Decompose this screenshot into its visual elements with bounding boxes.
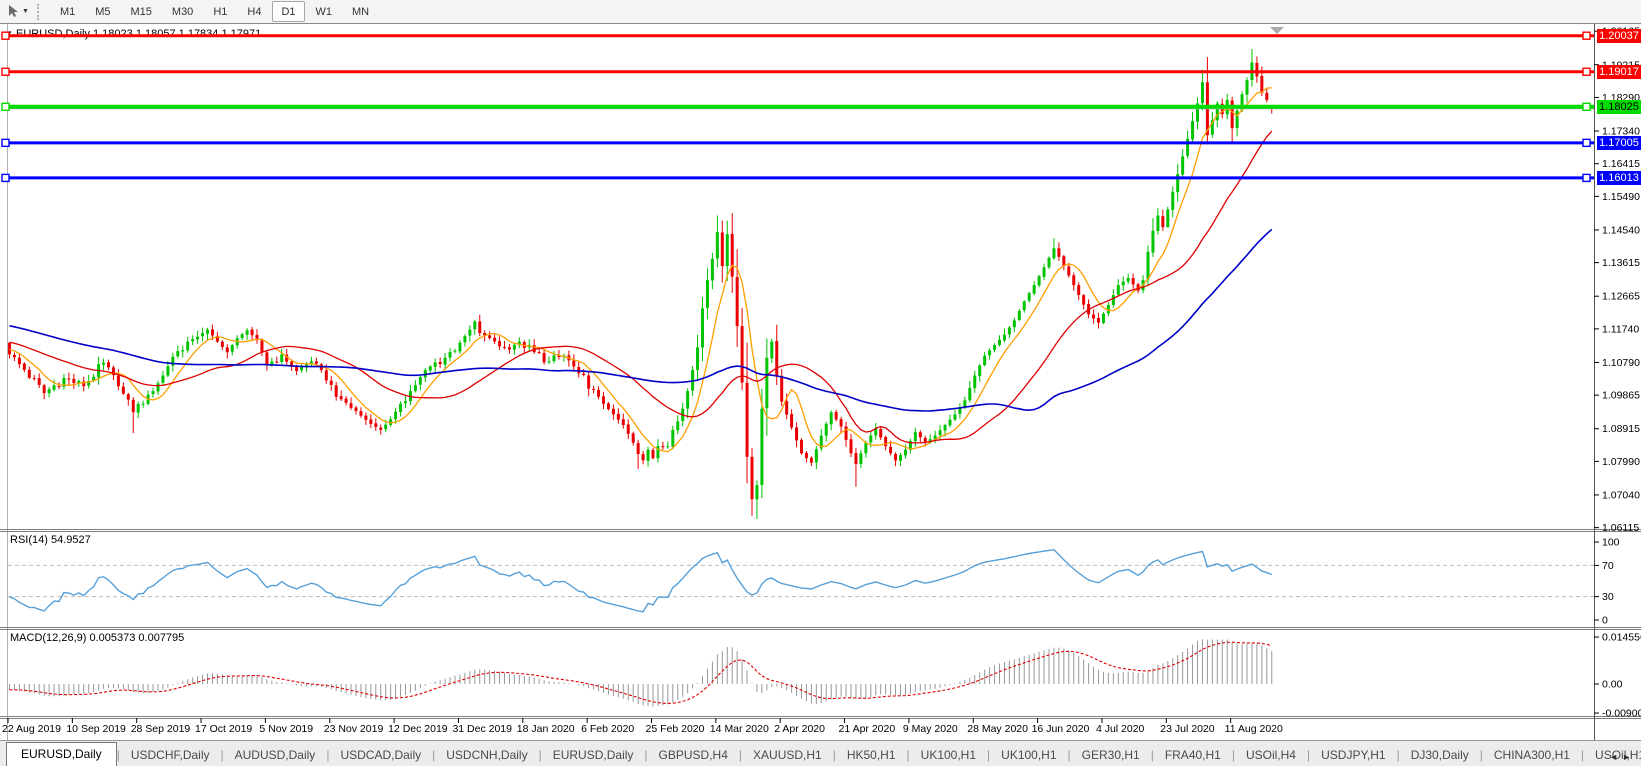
- timeframe-button-H1[interactable]: H1: [204, 1, 236, 22]
- svg-text:1.13615: 1.13615: [1602, 257, 1640, 269]
- chart-tab-USDJPY-H1[interactable]: USDJPY,H1: [1310, 744, 1396, 766]
- svg-text:14 Mar 2020: 14 Mar 2020: [710, 723, 769, 735]
- timeframe-toolbar: ▼ M1 M5 M15 M30 H1 H4 D1 W1 MN: [0, 0, 1641, 24]
- chart-tab-EURUSD-Daily[interactable]: EURUSD,Daily: [6, 742, 117, 766]
- svg-text:0.00: 0.00: [1602, 679, 1623, 691]
- mt4-application-window: ▼ M1M5M15M30H1H4D1W1MN ▼ EURUSD,Daily 1.…: [0, 0, 1641, 766]
- svg-text:28 Sep 2019: 28 Sep 2019: [131, 723, 191, 735]
- svg-text:1.06115: 1.06115: [1602, 522, 1639, 534]
- svg-text:1.07040: 1.07040: [1602, 489, 1640, 501]
- chart-tab-DJ30-Daily[interactable]: DJ30,Daily: [1400, 744, 1480, 766]
- svg-text:25 Feb 2020: 25 Feb 2020: [646, 723, 705, 735]
- svg-text:70: 70: [1602, 560, 1614, 572]
- tab-scroll-left-icon[interactable]: ◄: [1609, 752, 1622, 762]
- svg-text:21 Apr 2020: 21 Apr 2020: [839, 723, 896, 735]
- chart-tab-USDCHF-Daily[interactable]: USDCHF,Daily: [120, 744, 221, 766]
- chart-tab-XAUUSD-H1[interactable]: XAUUSD,H1: [742, 744, 833, 766]
- svg-text:23 Nov 2019: 23 Nov 2019: [324, 723, 384, 735]
- tab-scroll-right-icon[interactable]: ►: [1622, 752, 1635, 762]
- chart-tab-HK50-H1[interactable]: HK50,H1: [836, 744, 907, 766]
- svg-text:23 Jul 2020: 23 Jul 2020: [1160, 723, 1214, 735]
- svg-text:1.12665: 1.12665: [1602, 291, 1640, 303]
- chart-tab-bar: EURUSD,Daily | USDCHF,Daily | AUDUSD,Daily | U…: [0, 740, 1641, 766]
- tab-scroll-arrows[interactable]: ◄►: [1609, 752, 1635, 762]
- svg-text:30: 30: [1602, 591, 1614, 603]
- timeframe-button-W1[interactable]: W1: [307, 1, 342, 22]
- svg-text:6 Feb 2020: 6 Feb 2020: [581, 723, 634, 735]
- price-level-badge-1.17005: 1.17005: [1597, 135, 1641, 150]
- svg-text:31 Dec 2019: 31 Dec 2019: [452, 723, 512, 735]
- price-level-badge-1.18025: 1.18025: [1597, 99, 1641, 114]
- svg-text:11 Aug 2020: 11 Aug 2020: [1225, 723, 1283, 735]
- svg-text:100: 100: [1602, 537, 1620, 549]
- svg-text:1.14540: 1.14540: [1602, 224, 1640, 236]
- svg-text:22 Aug 2019: 22 Aug 2019: [2, 723, 61, 735]
- svg-text:1.16415: 1.16415: [1602, 158, 1640, 170]
- svg-text:2 Apr 2020: 2 Apr 2020: [774, 723, 825, 735]
- svg-text:1.11740: 1.11740: [1602, 323, 1639, 335]
- chart-tab-USOil-H4[interactable]: USOil,H4: [1235, 744, 1307, 766]
- svg-text:0: 0: [1602, 615, 1608, 627]
- svg-text:1.15490: 1.15490: [1602, 191, 1640, 203]
- chart-tab-USDCAD-Daily[interactable]: USDCAD,Daily: [329, 744, 432, 766]
- toolbar-grip-handle[interactable]: [36, 3, 44, 20]
- chart-canvas[interactable]: 1.201651.192151.182901.173401.164151.154…: [0, 23, 1641, 740]
- timeframe-button-MN[interactable]: MN: [343, 1, 378, 22]
- price-level-badge-1.16013: 1.16013: [1597, 170, 1641, 185]
- timeframe-button-H4[interactable]: H4: [238, 1, 270, 22]
- timeframe-button-D1[interactable]: D1: [272, 1, 305, 22]
- chart-tab-UK100-H1[interactable]: UK100,H1: [910, 744, 987, 766]
- svg-text:4 Jul 2020: 4 Jul 2020: [1096, 723, 1145, 735]
- svg-text:1.10790: 1.10790: [1602, 357, 1640, 369]
- macd-indicator-label: MACD(12,26,9) 0.005373 0.007795: [10, 632, 185, 644]
- svg-text:-0.009001: -0.009001: [1602, 708, 1641, 720]
- svg-text:1.07990: 1.07990: [1602, 456, 1640, 468]
- chart-tab-CHINA300-H1[interactable]: CHINA300,H1: [1483, 744, 1581, 766]
- svg-text:16 Jun 2020: 16 Jun 2020: [1032, 723, 1090, 735]
- svg-text:9 May 2020: 9 May 2020: [903, 723, 958, 735]
- price-level-badge-1.19017: 1.19017: [1597, 64, 1641, 79]
- svg-text:0.014556: 0.014556: [1602, 632, 1641, 644]
- svg-text:18 Jan 2020: 18 Jan 2020: [517, 723, 575, 735]
- svg-text:28 May 2020: 28 May 2020: [967, 723, 1028, 735]
- cursor-tool-dropdown-caret[interactable]: ▼: [22, 8, 29, 15]
- chart-tab-UK100-H1[interactable]: UK100,H1: [990, 744, 1067, 766]
- timeframe-button-M5[interactable]: M5: [86, 1, 119, 22]
- chart-tab-USDCNH-Daily[interactable]: USDCNH,Daily: [435, 744, 538, 766]
- timeframe-button-M15[interactable]: M15: [122, 1, 161, 22]
- svg-text:17 Oct 2019: 17 Oct 2019: [195, 723, 252, 735]
- chart-tab-EURUSD-Daily[interactable]: EURUSD,Daily: [542, 744, 645, 766]
- cursor-tool-icon[interactable]: [4, 4, 22, 20]
- svg-text:1.09865: 1.09865: [1602, 390, 1640, 402]
- rsi-indicator-label: RSI(14) 54.9527: [10, 534, 91, 546]
- chart-tab-GBPUSD-H4[interactable]: GBPUSD,H4: [648, 744, 739, 766]
- price-level-badge-1.20037: 1.20037: [1597, 28, 1641, 43]
- timeframe-button-M30[interactable]: M30: [163, 1, 202, 22]
- chart-window: ▼ EURUSD,Daily 1.18023 1.18057 1.17834 1…: [0, 23, 1641, 740]
- svg-text:5 Nov 2019: 5 Nov 2019: [259, 723, 313, 735]
- chart-tab-AUDUSD-Daily[interactable]: AUDUSD,Daily: [224, 744, 327, 766]
- svg-text:10 Sep 2019: 10 Sep 2019: [66, 723, 126, 735]
- chart-tab-GER30-H1[interactable]: GER30,H1: [1071, 744, 1151, 766]
- svg-text:1.08915: 1.08915: [1602, 423, 1640, 435]
- timeframe-button-M1[interactable]: M1: [51, 1, 84, 22]
- svg-text:12 Dec 2019: 12 Dec 2019: [388, 723, 448, 735]
- chart-tab-FRA40-H1[interactable]: FRA40,H1: [1154, 744, 1232, 766]
